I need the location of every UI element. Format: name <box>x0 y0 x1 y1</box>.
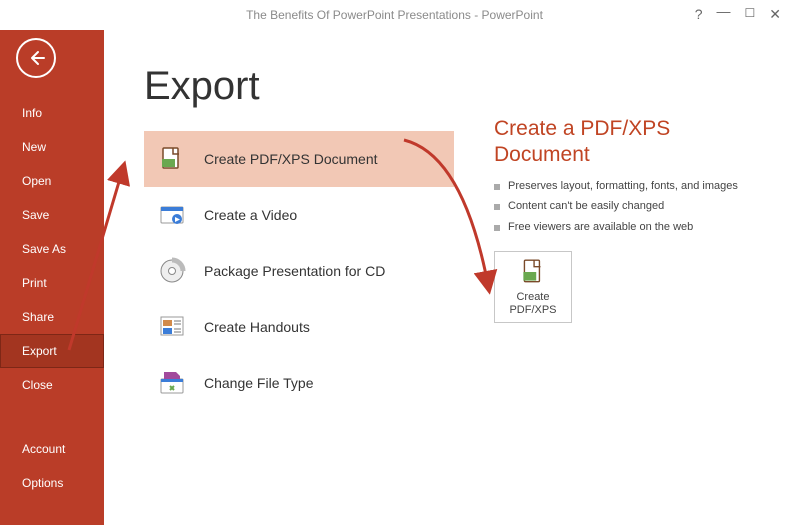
option-label: Change File Type <box>204 375 313 391</box>
cd-icon <box>156 255 188 287</box>
nav-save-as[interactable]: Save As <box>0 232 104 266</box>
nav-new[interactable]: New <box>0 130 104 164</box>
minimize-icon[interactable]: — <box>717 3 731 20</box>
maximize-icon[interactable]: ☐ <box>745 6 756 23</box>
nav-share[interactable]: Share <box>0 300 104 334</box>
export-options-list: Create PDF/XPS Document Create a Video P… <box>144 131 454 411</box>
title-bar: The Benefits Of PowerPoint Presentations… <box>0 0 789 30</box>
pdf-icon <box>156 143 188 175</box>
detail-bullet: Content can't be easily changed <box>494 199 744 214</box>
nav-account[interactable]: Account <box>0 432 104 466</box>
video-icon <box>156 199 188 231</box>
option-label: Package Presentation for CD <box>204 263 385 279</box>
option-package-cd[interactable]: Package Presentation for CD <box>144 243 454 299</box>
nav-open[interactable]: Open <box>0 164 104 198</box>
nav-info[interactable]: Info <box>0 96 104 130</box>
nav-close[interactable]: Close <box>0 368 104 402</box>
action-button-label: PDF/XPS <box>509 304 556 316</box>
option-create-pdf-xps[interactable]: Create PDF/XPS Document <box>144 131 454 187</box>
handouts-icon <box>156 311 188 343</box>
option-create-video[interactable]: Create a Video <box>144 187 454 243</box>
window-title: The Benefits Of PowerPoint Presentations… <box>0 8 789 22</box>
action-button-label: Create <box>516 291 549 303</box>
arrow-left-icon <box>26 48 46 68</box>
nav-options[interactable]: Options <box>0 466 104 500</box>
backstage-sidebar: Info New Open Save Save As Print Share E… <box>0 30 104 525</box>
page-title: Export <box>144 64 454 109</box>
detail-bullet: Free viewers are available on the web <box>494 220 744 235</box>
main-content: Export Create PDF/XPS Document Create a … <box>104 30 789 525</box>
option-create-handouts[interactable]: Create Handouts <box>144 299 454 355</box>
nav-save[interactable]: Save <box>0 198 104 232</box>
close-icon[interactable]: ✕ <box>769 6 781 23</box>
help-icon[interactable]: ? <box>695 6 703 23</box>
filetype-icon <box>156 367 188 399</box>
option-label: Create PDF/XPS Document <box>204 151 378 167</box>
option-change-file-type[interactable]: Change File Type <box>144 355 454 411</box>
nav-print[interactable]: Print <box>0 266 104 300</box>
nav-export[interactable]: Export <box>0 334 104 368</box>
option-label: Create Handouts <box>204 319 310 335</box>
detail-heading: Create a PDF/XPS Document <box>494 116 744 169</box>
back-button[interactable] <box>16 38 56 78</box>
detail-bullets: Preserves layout, formatting, fonts, and… <box>494 179 744 236</box>
detail-bullet: Preserves layout, formatting, fonts, and… <box>494 179 744 194</box>
create-pdf-xps-button[interactable]: Create PDF/XPS <box>494 251 572 323</box>
option-label: Create a Video <box>204 207 297 223</box>
pdf-icon <box>518 257 548 287</box>
